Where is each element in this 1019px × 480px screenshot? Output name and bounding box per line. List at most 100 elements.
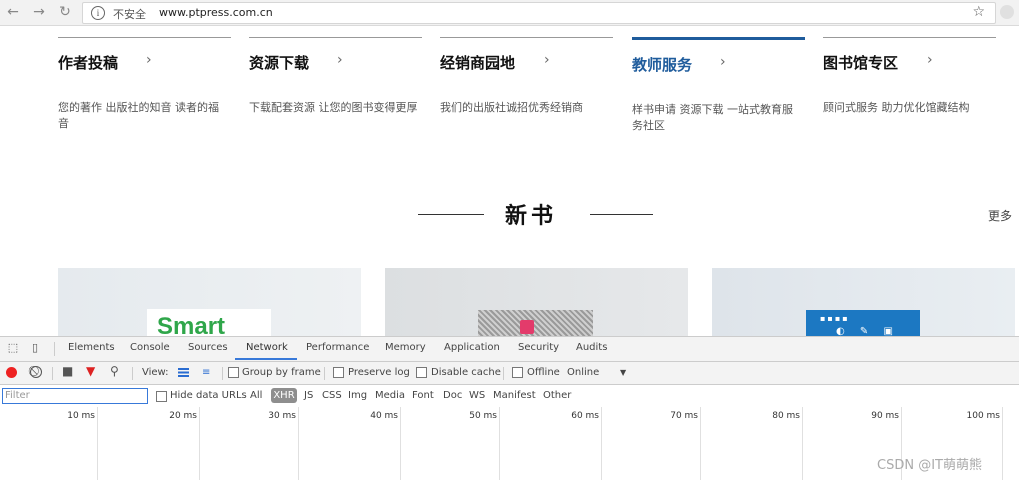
divider bbox=[54, 342, 55, 356]
tab-network[interactable]: Network bbox=[246, 342, 288, 353]
network-toolbar: ⃠ ■ ▼ ⚲ View: ≡ Group by frame Preserve … bbox=[0, 362, 1019, 385]
divider bbox=[503, 367, 504, 380]
view-label: View: bbox=[142, 367, 169, 378]
device-toolbar-icon[interactable]: ▯ bbox=[28, 342, 42, 354]
tab-audits[interactable]: Audits bbox=[576, 342, 607, 353]
timeline-tick-label: 100 ms bbox=[966, 411, 1001, 421]
tab-application[interactable]: Application bbox=[444, 342, 500, 353]
forward-icon[interactable]: → bbox=[30, 3, 48, 21]
throttling-select[interactable]: Online bbox=[567, 367, 599, 378]
preserve-log-label[interactable]: Preserve log bbox=[348, 367, 410, 378]
preserve-log-checkbox[interactable] bbox=[333, 367, 344, 378]
divider bbox=[52, 367, 53, 380]
group-by-frame-checkbox[interactable] bbox=[228, 367, 239, 378]
group-by-frame-label[interactable]: Group by frame bbox=[242, 367, 321, 378]
heading-divider-left bbox=[418, 214, 484, 215]
timeline-tick-label: 20 ms bbox=[169, 411, 197, 421]
hide-data-urls-label[interactable]: Hide data URLs bbox=[170, 390, 247, 401]
clear-icon[interactable]: ⃠ bbox=[30, 366, 42, 378]
address-bar[interactable]: i 不安全 www.ptpress.com.cn ☆ bbox=[82, 2, 996, 24]
record-button[interactable] bbox=[6, 367, 17, 378]
bookmark-star-icon[interactable]: ☆ bbox=[972, 4, 985, 20]
service-description: 样书申请 资源下载 一站式教育服务社区 bbox=[632, 103, 793, 132]
book-cover-pattern: ▪▪▪▪ bbox=[820, 314, 850, 323]
filter-type-css[interactable]: CSS bbox=[322, 390, 342, 401]
chevron-right-icon[interactable]: › bbox=[544, 52, 550, 68]
heading-divider-right bbox=[590, 214, 653, 215]
timeline-gridline bbox=[97, 407, 98, 480]
book-cover-icons: ◐ ✎ ▣ ♜ bbox=[836, 326, 899, 336]
url-text[interactable]: www.ptpress.com.cn bbox=[159, 6, 273, 19]
filter-type-xhr[interactable]: XHR bbox=[271, 388, 297, 403]
filter-type-img[interactable]: Img bbox=[348, 390, 367, 401]
inspect-element-icon[interactable]: ⬚ bbox=[6, 342, 20, 354]
timeline-gridline bbox=[199, 407, 200, 480]
filter-type-all[interactable]: All bbox=[250, 390, 262, 401]
service-title[interactable]: 教师服务 bbox=[632, 54, 692, 75]
filter-type-ws[interactable]: WS bbox=[469, 390, 485, 401]
timeline-gridline bbox=[601, 407, 602, 480]
book-card[interactable] bbox=[385, 268, 688, 336]
more-link[interactable]: 更多 bbox=[988, 207, 1012, 224]
service-description: 下载配套资源 让您的图书变得更厚 bbox=[249, 101, 418, 114]
divider bbox=[222, 367, 223, 380]
service-description: 顾问式服务 助力优化馆藏结构 bbox=[823, 101, 970, 114]
service-author-submission[interactable]: 作者投稿 › 您的著作 出版社的知音 读者的福音 bbox=[58, 37, 231, 130]
devtools-tabbar: ⬚ ▯ Elements Console Sources Network Per… bbox=[0, 337, 1019, 362]
tab-memory[interactable]: Memory bbox=[385, 342, 426, 353]
service-distributor[interactable]: 经销商园地 › 我们的出版社诚招优秀经销商 bbox=[440, 37, 613, 114]
extension-icon[interactable] bbox=[1000, 5, 1014, 19]
large-rows-view-icon[interactable] bbox=[178, 368, 189, 377]
offline-label[interactable]: Offline bbox=[527, 367, 560, 378]
chevron-right-icon[interactable]: › bbox=[927, 52, 933, 68]
info-icon[interactable]: i bbox=[91, 6, 105, 20]
network-timeline-overview[interactable]: 10 ms 20 ms 30 ms 40 ms 50 ms 60 ms 70 m… bbox=[0, 407, 1019, 480]
dropdown-caret-icon[interactable]: ▼ bbox=[620, 368, 626, 377]
service-title[interactable]: 图书馆专区 bbox=[823, 52, 898, 73]
filter-type-manifest[interactable]: Manifest bbox=[493, 390, 536, 401]
service-title[interactable]: 资源下载 bbox=[249, 52, 309, 73]
section-title: 新书 bbox=[505, 203, 558, 229]
disable-cache-checkbox[interactable] bbox=[416, 367, 427, 378]
tab-elements[interactable]: Elements bbox=[68, 342, 115, 353]
watermark: CSDN @IT萌萌熊 bbox=[877, 458, 982, 473]
timeline-gridline bbox=[400, 407, 401, 480]
filter-input[interactable]: Filter bbox=[2, 388, 148, 404]
search-icon[interactable]: ⚲ bbox=[110, 364, 119, 378]
filter-type-js[interactable]: JS bbox=[304, 390, 313, 401]
screenshot-camera-icon[interactable]: ■ bbox=[62, 364, 73, 378]
chevron-right-icon[interactable]: › bbox=[337, 52, 343, 68]
filter-type-doc[interactable]: Doc bbox=[443, 390, 462, 401]
filter-type-font[interactable]: Font bbox=[412, 390, 434, 401]
tab-performance[interactable]: Performance bbox=[306, 342, 369, 353]
tab-security[interactable]: Security bbox=[518, 342, 559, 353]
service-teacher[interactable]: 教师服务 › 样书申请 资源下载 一站式教育服务社区 bbox=[632, 37, 805, 132]
service-description: 我们的出版社诚招优秀经销商 bbox=[440, 101, 583, 114]
timeline-tick-label: 10 ms bbox=[67, 411, 95, 421]
timeline-tick-label: 50 ms bbox=[469, 411, 497, 421]
service-resource-download[interactable]: 资源下载 › 下载配套资源 让您的图书变得更厚 bbox=[249, 37, 422, 114]
tab-sources[interactable]: Sources bbox=[188, 342, 228, 353]
hide-data-urls-checkbox[interactable] bbox=[156, 391, 167, 402]
chevron-right-icon[interactable]: › bbox=[720, 54, 726, 70]
reload-icon[interactable]: ↻ bbox=[56, 3, 74, 21]
book-card[interactable]: ▪▪▪▪ ◐ ✎ ▣ ♜ bbox=[712, 268, 1015, 336]
security-label: 不安全 bbox=[113, 8, 146, 21]
disable-cache-label[interactable]: Disable cache bbox=[431, 367, 501, 378]
filter-type-other[interactable]: Other bbox=[543, 390, 571, 401]
chevron-right-icon[interactable]: › bbox=[146, 52, 152, 68]
filter-funnel-icon[interactable]: ▼ bbox=[86, 364, 95, 378]
filter-bar: Filter Hide data URLs All XHR JS CSS Img… bbox=[0, 385, 1019, 408]
book-cover[interactable]: Smart bbox=[147, 309, 271, 336]
tab-console[interactable]: Console bbox=[130, 342, 170, 353]
filter-type-media[interactable]: Media bbox=[375, 390, 405, 401]
book-card[interactable]: Smart bbox=[58, 268, 361, 336]
book-cover[interactable]: ▪▪▪▪ ◐ ✎ ▣ ♜ bbox=[806, 310, 920, 336]
book-cover[interactable] bbox=[478, 310, 593, 336]
service-title[interactable]: 作者投稿 bbox=[58, 52, 118, 73]
back-icon[interactable]: ← bbox=[4, 3, 22, 21]
overview-waterfall-icon[interactable]: ≡ bbox=[202, 368, 215, 378]
service-library[interactable]: 图书馆专区 › 顾问式服务 助力优化馆藏结构 bbox=[823, 37, 996, 114]
service-title[interactable]: 经销商园地 bbox=[440, 52, 515, 73]
offline-checkbox[interactable] bbox=[512, 367, 523, 378]
